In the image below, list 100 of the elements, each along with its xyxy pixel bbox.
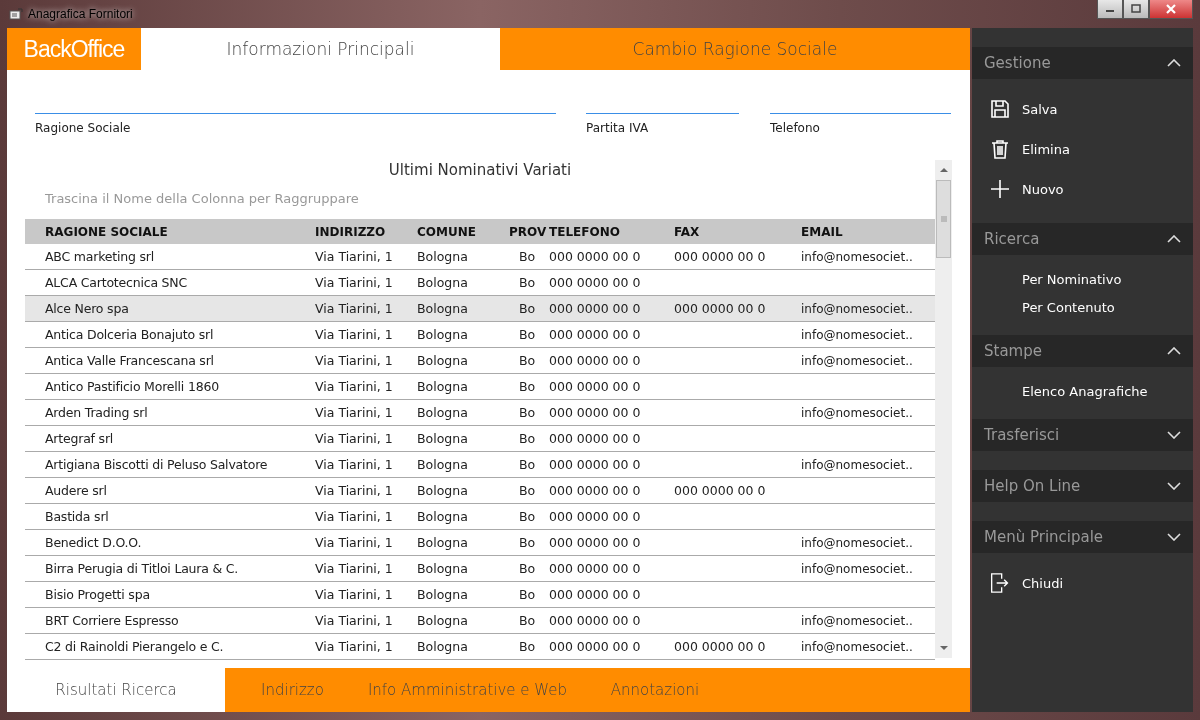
column-header[interactable]: EMAIL: [801, 224, 935, 239]
save-icon: [990, 99, 1010, 119]
table-cell: 000 0000 00 0: [674, 249, 766, 264]
menu-item[interactable]: Salva: [972, 89, 1193, 129]
menu-item[interactable]: Chiudi: [972, 563, 1193, 603]
table-cell: Via Tiarini, 1: [315, 301, 393, 316]
scrollbar[interactable]: [935, 160, 952, 658]
field-label: Telefono: [770, 121, 821, 135]
table-cell: info@nomesociet..: [801, 457, 913, 472]
table-cell: ALCA Cartotecnica SNC: [45, 275, 188, 290]
maximize-button[interactable]: [1123, 0, 1149, 19]
table-cell: Via Tiarini, 1: [315, 509, 393, 524]
table-cell: 000 0000 00 0: [549, 379, 641, 394]
table-cell: Via Tiarini, 1: [315, 613, 393, 628]
scroll-up-icon[interactable]: [938, 166, 949, 174]
section-header[interactable]: Trasferisci: [972, 419, 1193, 451]
window-title: Anagrafica Fornitori: [28, 7, 133, 21]
column-header[interactable]: COMUNE: [417, 224, 505, 239]
section-header[interactable]: Menù Principale: [972, 521, 1193, 553]
section-header[interactable]: Stampe: [972, 335, 1193, 367]
table-cell: Arden Trading srl: [45, 405, 148, 420]
table-cell: Bo: [518, 639, 536, 654]
table-cell: 000 0000 00 0: [549, 249, 641, 264]
table-cell: 000 0000 00 0: [549, 535, 641, 550]
section-header[interactable]: Gestione: [972, 47, 1193, 79]
table-cell: Via Tiarini, 1: [315, 457, 393, 472]
table-cell: info@nomesociet..: [801, 613, 913, 628]
table-cell: BRT Corriere Espresso: [45, 613, 179, 628]
menu-item[interactable]: Nuovo: [972, 169, 1193, 209]
tab[interactable]: Cambio Ragione Sociale: [500, 28, 970, 70]
table-cell: Bologna: [417, 535, 468, 550]
menu-item[interactable]: Per Contenuto: [972, 293, 1193, 321]
column-header[interactable]: TELEFONO: [549, 224, 674, 239]
table-cell: Alce Nero spa: [45, 301, 129, 316]
table-cell: Bologna: [417, 457, 468, 472]
table-cell: Bo: [518, 405, 536, 420]
menu-item[interactable]: Per Nominativo: [972, 265, 1193, 293]
table-cell: Bo: [518, 561, 536, 576]
table-cell: 000 0000 00 0: [549, 587, 641, 602]
grid-title: Ultimi Nominativi Variati: [387, 160, 573, 181]
table-cell: Bo: [518, 379, 536, 394]
table-cell: Bologna: [417, 509, 468, 524]
table-cell: info@nomesociet..: [801, 561, 913, 576]
chevron-down-icon: [1167, 482, 1181, 490]
table-cell: Bologna: [417, 613, 468, 628]
scroll-thumb[interactable]: [936, 180, 951, 258]
table-cell: Via Tiarini, 1: [315, 535, 393, 550]
table-cell: Artegraf srl: [45, 431, 114, 446]
table-cell: Bologna: [417, 275, 468, 290]
table-cell: Bo: [518, 431, 536, 446]
menu-item[interactable]: Elenco Anagrafiche: [972, 377, 1193, 405]
table-cell: 000 0000 00 0: [549, 457, 641, 472]
chevron-up-icon: [1167, 235, 1181, 243]
section-title: Trasferisci: [984, 426, 1060, 444]
table-cell: info@nomesociet..: [801, 353, 913, 368]
section-header[interactable]: Ricerca: [972, 223, 1193, 255]
table-cell: Bologna: [417, 353, 468, 368]
close-button[interactable]: [1149, 0, 1193, 19]
plus-icon: [990, 179, 1010, 199]
table-cell: Via Tiarini, 1: [315, 353, 393, 368]
section-title: Help On Line: [984, 477, 1081, 495]
table-cell: 000 0000 00 0: [549, 353, 641, 368]
table-row[interactable]: Alce Nero spa Via Tiarini, 1 Bologna Bo 000 0000 00 0 000 0000 00 0 info@nomesociet..: [25, 296, 935, 322]
table-cell: Audere srl: [45, 483, 107, 498]
maximize-icon: [1131, 4, 1141, 14]
table-cell: 000 0000 00 0: [549, 301, 641, 316]
table-cell: Bisio Progetti spa: [45, 587, 150, 602]
menu-item[interactable]: Elimina: [972, 129, 1193, 169]
table-cell: Via Tiarini, 1: [315, 327, 393, 342]
table-cell: Benedict D.O.O.: [45, 535, 142, 550]
table-cell: Bologna: [417, 587, 468, 602]
chevron-down-icon: [1167, 431, 1181, 439]
column-header[interactable]: RAGIONE SOCIALE: [45, 224, 315, 239]
table-cell: 000 0000 00 0: [674, 639, 766, 654]
table-cell: Antica Dolceria Bonajuto srl: [45, 327, 214, 342]
table-cell: 000 0000 00 0: [549, 275, 641, 290]
table-cell: Bologna: [417, 405, 468, 420]
table-cell: Via Tiarini, 1: [315, 561, 393, 576]
section-header[interactable]: Help On Line: [972, 470, 1193, 502]
table-cell: info@nomesociet..: [801, 327, 913, 342]
column-header[interactable]: INDIRIZZO: [315, 224, 417, 239]
group-hint: Trascina il Nome della Colonna per Raggruppare: [44, 190, 360, 208]
table-cell: Via Tiarini, 1: [315, 249, 393, 264]
table-cell: Bo: [518, 587, 536, 602]
chevron-up-icon: [1167, 59, 1181, 67]
backoffice-logo: BackOffice: [7, 28, 141, 70]
column-header[interactable]: FAX: [674, 224, 801, 239]
minimize-button[interactable]: [1097, 0, 1123, 19]
table-cell: Via Tiarini, 1: [315, 379, 393, 394]
section-title: Gestione: [984, 54, 1051, 72]
tab[interactable]: Risultati Ricerca: [7, 668, 225, 712]
table-cell: Bologna: [417, 561, 468, 576]
table-cell: Bo: [518, 483, 536, 498]
table-cell: info@nomesociet..: [801, 405, 913, 420]
column-header[interactable]: PROV: [505, 224, 549, 239]
table-cell: 000 0000 00 0: [549, 405, 641, 420]
exit-icon: [990, 573, 1010, 593]
scroll-down-icon[interactable]: [938, 644, 949, 652]
table-cell: Antica Valle Francescana srl: [45, 353, 214, 368]
table-cell: 000 0000 00 0: [549, 327, 641, 342]
